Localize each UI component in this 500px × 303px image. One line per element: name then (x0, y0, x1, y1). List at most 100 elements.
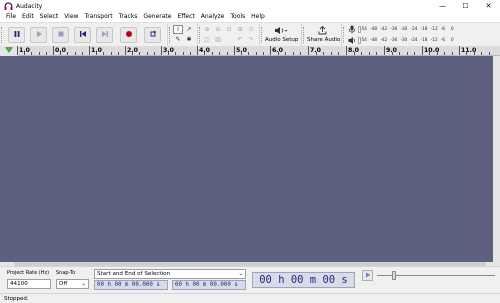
ruler-tick (369, 52, 370, 55)
menu-file[interactable]: File (3, 12, 19, 22)
redo-button[interactable]: ↷ (246, 35, 256, 44)
selection-start-time[interactable]: 00 h 00 m 00.000 s (94, 280, 168, 290)
ruler-tick (204, 52, 205, 55)
fit-project-icon: ⊞ (237, 26, 243, 33)
ruler-tick (190, 52, 191, 55)
ruler-tick (75, 52, 76, 55)
share-audio-toolbar[interactable]: Share Audio (302, 24, 342, 46)
snap-to-label: Snap-To (56, 270, 76, 276)
envelope-tool-button[interactable]: ↗ (184, 25, 194, 34)
undo-button[interactable]: ↶ (235, 35, 245, 44)
loop-button[interactable] (144, 27, 161, 43)
menu-analyze[interactable]: Analyze (198, 12, 228, 22)
menu-effect[interactable]: Effect (174, 12, 197, 22)
chevron-down-icon: ⌄ (81, 281, 86, 287)
selection-mode-value: Start and End of Selection (97, 271, 171, 277)
ruler-tick (17, 46, 18, 55)
play-at-speed-button[interactable] (362, 270, 373, 281)
toolbar-grip[interactable] (343, 27, 345, 43)
ruler-tick (132, 52, 133, 55)
play-at-speed-icon (365, 272, 371, 280)
zoom-toggle-button[interactable]: ⊙ (246, 25, 256, 34)
ruler-tick (168, 52, 169, 55)
ruler-tick (407, 52, 408, 55)
ruler-tick (481, 52, 482, 55)
zoom-out-button[interactable]: ⊖ (213, 25, 223, 34)
skip-to-start-button[interactable] (74, 27, 91, 43)
maximize-button[interactable]: ☐ (454, 0, 477, 12)
ruler-tick (429, 52, 430, 55)
track-area[interactable] (0, 56, 500, 262)
menu-view[interactable]: View (61, 12, 81, 22)
edit-toolbar: ⊕ ⊖ ⊡ ⊞ ⊙ ◫ ▥ ↶ ↷ (198, 24, 260, 46)
playback-speed-slider-thumb[interactable] (392, 271, 396, 280)
skip-to-start-icon (79, 30, 87, 40)
toolbar-grip[interactable] (1, 27, 3, 43)
toolbar-grip[interactable] (199, 27, 201, 43)
ruler-tick (212, 52, 213, 55)
selection-end-time[interactable]: 00 h 00 m 00.000 s (172, 280, 246, 290)
toolbar-grip[interactable] (169, 27, 171, 43)
menu-tracks[interactable]: Tracks (116, 12, 141, 22)
ruler-tick (60, 52, 61, 55)
menu-bar: File Edit Select View Transport Tracks G… (0, 12, 500, 22)
snap-to-dropdown[interactable]: Off ⌄ (56, 279, 89, 289)
tools-toolbar: I ↗ ✎ ✱ (168, 24, 198, 46)
menu-transport[interactable]: Transport (81, 12, 115, 22)
transport-toolbar (0, 24, 168, 46)
pencil-icon: ✎ (175, 36, 181, 43)
fit-selection-button[interactable]: ⊡ (224, 25, 234, 34)
timeline-options-icon[interactable] (5, 47, 13, 55)
ruler-corner[interactable] (0, 46, 18, 56)
menu-edit[interactable]: Edit (19, 12, 37, 22)
multi-tool-button[interactable]: ✱ (184, 35, 194, 44)
trim-button[interactable]: ◫ (202, 35, 212, 44)
pause-button[interactable] (8, 27, 25, 43)
ruler-tick (474, 52, 475, 55)
fit-project-button[interactable]: ⊞ (235, 25, 245, 34)
menu-tools[interactable]: Tools (227, 12, 248, 22)
trim-icon: ◫ (204, 36, 210, 43)
meter-tick-label: -24 (410, 37, 418, 43)
selection-tool-button[interactable]: I (173, 25, 183, 34)
meter-tick-label: -54 (360, 37, 367, 43)
draw-tool-button[interactable]: ✎ (173, 35, 183, 44)
microphone-icon[interactable] (348, 25, 356, 36)
project-rate-dropdown[interactable]: 44100 (7, 279, 51, 289)
meter-tick-label: 0 (450, 37, 454, 43)
selection-start-value: 00 h 00 m 00.000 s (97, 282, 160, 288)
minimize-button[interactable]: — (431, 0, 454, 12)
record-button[interactable] (120, 27, 137, 43)
stop-button[interactable] (52, 27, 69, 43)
multi-tool-icon: ✱ (186, 36, 192, 43)
vertical-scrollbar[interactable] (493, 56, 500, 262)
play-button[interactable] (30, 27, 47, 43)
record-meter-scale: -54 -48 -42 -36 -30 -24 -18 -12 -6 0 (360, 27, 461, 32)
ruler-tick (361, 52, 362, 55)
toolbar-grip[interactable] (303, 27, 305, 43)
menu-select[interactable]: Select (37, 12, 62, 22)
meter-tick-label: -48 (370, 37, 377, 43)
audio-setup-toolbar[interactable]: Audio Setup (260, 24, 302, 46)
skip-to-end-icon (101, 30, 109, 40)
ruler-tick (161, 46, 162, 55)
loop-icon (149, 30, 157, 40)
zoom-in-button[interactable]: ⊕ (202, 25, 212, 34)
audio-position-display[interactable]: 00 h 00 m 00 s (252, 272, 355, 288)
record-meter[interactable]: -54 -48 -42 -36 -30 -24 -18 -12 -6 0 (360, 24, 498, 34)
ruler-tick (399, 52, 400, 55)
zoom-in-icon: ⊕ (204, 26, 210, 33)
ruler-tick (53, 46, 54, 55)
silence-button[interactable]: ▥ (213, 35, 223, 44)
menu-help[interactable]: Help (248, 12, 268, 22)
skip-to-end-button[interactable] (96, 27, 113, 43)
chevron-down-icon: ⌄ (238, 271, 243, 277)
timeline-ruler[interactable]: 1.0 0.0 1.0 2.0 3.0 4.0 5.0 6.0 7.0 8.0 9.0 10.0 11.… (0, 46, 500, 56)
playback-meter[interactable]: -54 -48 -42 -36 -30 -24 -18 -12 -6 0 (360, 35, 498, 45)
ruler-tick (392, 52, 393, 55)
toolbar-grip[interactable] (261, 27, 263, 43)
menu-generate[interactable]: Generate (140, 12, 174, 22)
ruler-tick (346, 46, 347, 55)
close-button[interactable]: ✕ (477, 0, 500, 12)
selection-mode-dropdown[interactable]: Start and End of Selection ⌄ (94, 269, 246, 279)
